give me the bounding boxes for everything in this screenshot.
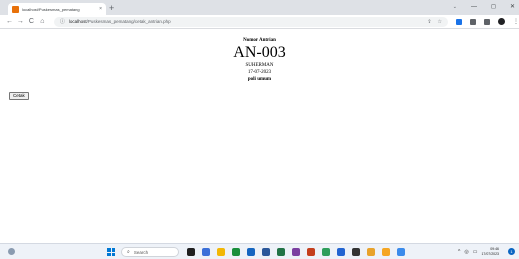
extension-icon[interactable] (456, 18, 463, 25)
minimize-button[interactable]: — (471, 1, 477, 13)
tab-close-icon[interactable]: × (99, 6, 102, 12)
tab-active[interactable]: localhost/Puskesmas_pematang × (8, 3, 106, 15)
back-button[interactable]: ← (4, 15, 15, 29)
taskbar-app-icon[interactable] (367, 248, 375, 256)
puzzle-extensions-icon[interactable] (470, 18, 477, 25)
url-path: /Puskesmas_pematang/cetak_antrian.php (86, 19, 171, 24)
taskbar-app-icon[interactable] (247, 248, 255, 256)
browser-window: localhost/Puskesmas_pematang × + ⌄ — ◻ ✕… (0, 0, 519, 259)
taskbar-app-icon[interactable] (202, 248, 210, 256)
system-tray: ^ ◎ ▭ 09:46 17/07/2023 (458, 247, 499, 256)
taskbar-app-icon[interactable] (187, 248, 195, 256)
url-host: localhost (68, 19, 87, 24)
taskbar-app-icon[interactable] (337, 248, 345, 256)
taskbar-app-icon[interactable] (232, 248, 240, 256)
network-icon[interactable]: ◎ (464, 249, 468, 255)
tab-search-icon[interactable]: ⌄ (453, 1, 457, 13)
home-button[interactable]: ⌂ (37, 15, 48, 29)
pinned-apps (187, 248, 405, 256)
battery-icon[interactable]: ▭ (473, 249, 478, 255)
taskbar-app-icon[interactable] (277, 248, 285, 256)
taskbar-app-icon[interactable] (307, 248, 315, 256)
weather-widget-icon[interactable] (8, 248, 15, 255)
xampp-favicon-icon (12, 5, 19, 13)
window-controls: ⌄ — ◻ ✕ (453, 1, 515, 13)
reload-button[interactable]: C (26, 15, 37, 29)
clinic-name: poli umum (247, 77, 272, 82)
tab-title: localhost/Puskesmas_pematang (22, 6, 80, 12)
clock-date: 17/07/2023 (481, 251, 499, 256)
taskbar-app-icon[interactable] (322, 248, 330, 256)
profile-avatar-icon[interactable] (498, 18, 506, 25)
tray-overflow-icon[interactable]: ^ (458, 249, 460, 255)
maximize-button[interactable]: ◻ (491, 1, 496, 13)
close-window-button[interactable]: ✕ (510, 1, 515, 13)
notification-badge[interactable]: 1 (508, 248, 515, 255)
ticket-heading: Nomor Antrian (243, 38, 276, 43)
page-content: Nomor Antrian AN-003 SUHERMAN 17-07-2023… (0, 30, 519, 243)
taskbar: ⌕ Search ^ ◎ ▭ 09:46 17/07/2023 1 (0, 243, 519, 259)
tab-strip: localhost/Puskesmas_pematang × + ⌄ — ◻ ✕ (0, 0, 519, 15)
new-tab-button[interactable]: + (109, 2, 114, 14)
clock[interactable]: 09:46 17/07/2023 (481, 247, 499, 256)
taskbar-app-icon[interactable] (352, 248, 360, 256)
sidebar-icon[interactable] (484, 18, 491, 25)
browser-toolbar: ← → C ⌂ ⓘ localhost/Puskesmas_pematang/c… (0, 15, 519, 29)
queue-number: AN-003 (233, 44, 286, 61)
taskbar-app-icon[interactable] (382, 248, 390, 256)
taskbar-app-icon[interactable] (217, 248, 225, 256)
omnibox-icons: ⇪ ☆ (427, 19, 442, 25)
forward-button[interactable]: → (15, 15, 26, 29)
taskbar-app-icon[interactable] (397, 248, 405, 256)
info-icon[interactable]: ⓘ (60, 18, 65, 25)
start-button[interactable] (107, 248, 115, 256)
taskbar-search[interactable]: ⌕ Search (121, 247, 179, 257)
search-icon: ⌕ (127, 249, 130, 255)
patient-name: SUHERMAN (245, 63, 274, 68)
ticket-date: 17-07-2023 (247, 70, 272, 75)
toolbar-extensions: ⋮ (456, 18, 519, 25)
share-icon[interactable]: ⇪ (427, 19, 431, 25)
print-button[interactable]: Cetak (9, 92, 29, 100)
search-placeholder: Search (133, 249, 149, 255)
bookmark-star-icon[interactable]: ☆ (438, 19, 442, 25)
address-bar[interactable]: ⓘ localhost/Puskesmas_pematang/cetak_ant… (53, 16, 449, 27)
taskbar-app-icon[interactable] (292, 248, 300, 256)
taskbar-app-icon[interactable] (262, 248, 270, 256)
browser-menu-icon[interactable]: ⋮ (513, 18, 519, 25)
